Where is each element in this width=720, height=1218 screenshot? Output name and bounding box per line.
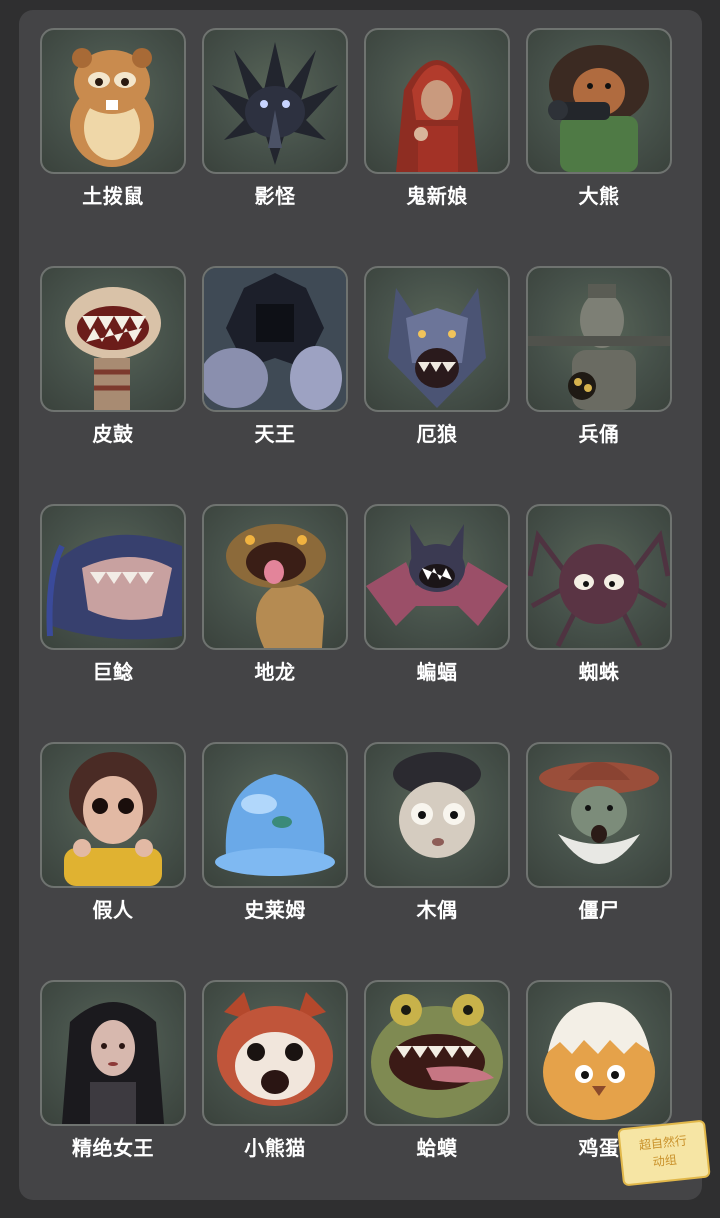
- earth-dragon-icon: [202, 504, 348, 650]
- character-card-puppet[interactable]: 木偶: [364, 742, 510, 962]
- character-panel: 土拨鼠 影怪 鬼新娘 大熊 皮鼓 天王 厄狼 兵俑 巨鲶 地龙 蝙蝠 蜘蛛 假人…: [19, 10, 702, 1200]
- character-name: 天王: [254, 422, 296, 446]
- character-name: 兵俑: [578, 422, 620, 446]
- character-name: 假人: [92, 898, 134, 922]
- character-name: 土拨鼠: [82, 184, 144, 208]
- dummy-girl-icon: [40, 742, 186, 888]
- zombie-icon: [526, 742, 672, 888]
- character-name: 蛤蟆: [416, 1136, 458, 1160]
- character-card-bat[interactable]: 蝙蝠: [364, 504, 510, 724]
- character-name: 小熊猫: [244, 1136, 306, 1160]
- character-card-red-panda[interactable]: 小熊猫: [202, 980, 348, 1200]
- watermark-stamp: 超自然行 动组: [617, 1119, 711, 1187]
- character-card-hamster[interactable]: 土拨鼠: [40, 28, 186, 248]
- character-name: 史莱姆: [244, 898, 306, 922]
- character-name: 鬼新娘: [406, 184, 468, 208]
- character-name: 蝙蝠: [416, 660, 458, 684]
- character-name: 影怪: [254, 184, 296, 208]
- character-name: 厄狼: [416, 422, 458, 446]
- character-card-dire-wolf[interactable]: 厄狼: [364, 266, 510, 486]
- character-card-big-bear[interactable]: 大熊: [526, 28, 672, 248]
- character-card-jingjue-queen[interactable]: 精绝女王: [40, 980, 186, 1200]
- spider-icon: [526, 504, 672, 650]
- character-name: 巨鲶: [92, 660, 134, 684]
- character-card-giant-catfish[interactable]: 巨鲶: [40, 504, 186, 724]
- character-name: 皮鼓: [92, 422, 134, 446]
- red-panda-icon: [202, 980, 348, 1126]
- giant-catfish-icon: [40, 504, 186, 650]
- character-name: 木偶: [416, 898, 458, 922]
- bat-icon: [364, 504, 510, 650]
- character-card-spider[interactable]: 蜘蛛: [526, 504, 672, 724]
- character-name: 精绝女王: [72, 1136, 154, 1160]
- character-card-toad[interactable]: 蛤蟆: [364, 980, 510, 1200]
- character-card-ghost-bride[interactable]: 鬼新娘: [364, 28, 510, 248]
- puppet-icon: [364, 742, 510, 888]
- character-card-heavenly-king[interactable]: 天王: [202, 266, 348, 486]
- character-grid: 土拨鼠 影怪 鬼新娘 大熊 皮鼓 天王 厄狼 兵俑 巨鲶 地龙 蝙蝠 蜘蛛 假人…: [40, 28, 672, 1218]
- character-card-earth-dragon[interactable]: 地龙: [202, 504, 348, 724]
- hamster-icon: [40, 28, 186, 174]
- character-name: 蜘蛛: [578, 660, 620, 684]
- egg-chick-icon: [526, 980, 672, 1126]
- slime-icon: [202, 742, 348, 888]
- character-name: 地龙: [254, 660, 296, 684]
- big-bear-icon: [526, 28, 672, 174]
- character-name: 僵尸: [578, 898, 620, 922]
- dire-wolf-icon: [364, 266, 510, 412]
- character-card-slime[interactable]: 史莱姆: [202, 742, 348, 962]
- character-card-skin-drum[interactable]: 皮鼓: [40, 266, 186, 486]
- ghost-bride-icon: [364, 28, 510, 174]
- jingjue-queen-icon: [40, 980, 186, 1126]
- heavenly-king-icon: [202, 266, 348, 412]
- toad-icon: [364, 980, 510, 1126]
- shadow-crow-icon: [202, 28, 348, 174]
- skin-drum-icon: [40, 266, 186, 412]
- character-card-shadow[interactable]: 影怪: [202, 28, 348, 248]
- character-card-terracotta[interactable]: 兵俑: [526, 266, 672, 486]
- character-name: 大熊: [578, 184, 620, 208]
- character-card-dummy[interactable]: 假人: [40, 742, 186, 962]
- character-card-zombie[interactable]: 僵尸: [526, 742, 672, 962]
- terracotta-soldier-icon: [526, 266, 672, 412]
